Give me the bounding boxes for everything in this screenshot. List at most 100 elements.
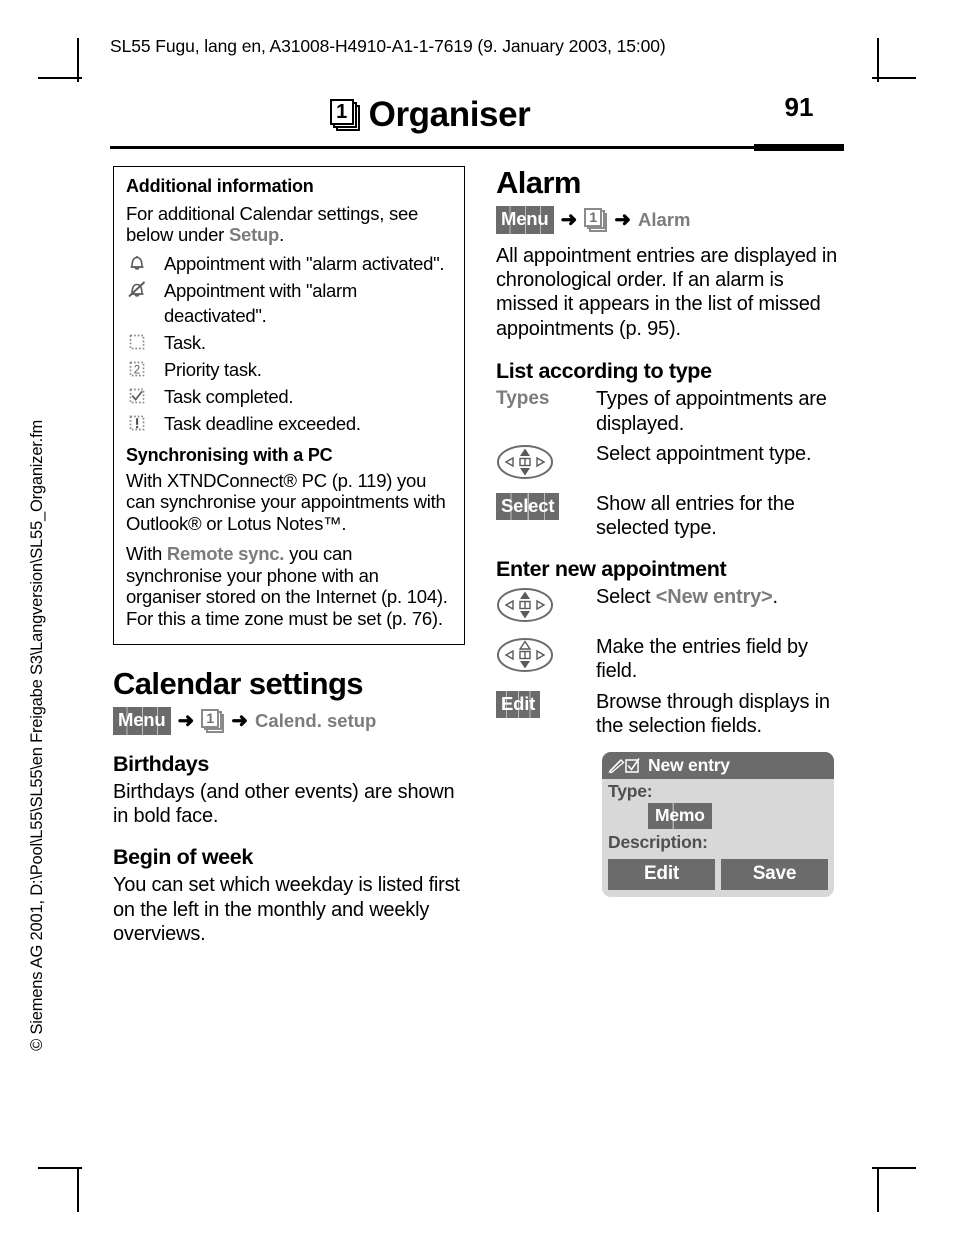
sync-paragraph-2: With Remote sync. you can synchronise yo…: [126, 543, 452, 629]
phone-softkey-bar: Edit Save: [602, 853, 834, 891]
legend-row: Task.: [126, 330, 452, 355]
crop-mark-bottom-right-horizontal: [872, 1167, 916, 1169]
nav-key-term: [496, 442, 596, 486]
definition-row: Select appointment type.: [496, 442, 846, 486]
header-rule: [110, 144, 844, 151]
additional-information-heading: Additional information: [126, 176, 314, 196]
alarm-breadcrumb: Menu ➜ ➜ Alarm: [496, 206, 846, 234]
legend-row: Appointment with "alarm deactivated".: [126, 278, 452, 328]
legend-row: Task completed.: [126, 384, 452, 409]
phone-edit-softkey[interactable]: Edit: [608, 859, 715, 891]
types-keyword: Types: [496, 388, 550, 410]
select-description: Show all entries for the selected type.: [596, 492, 795, 540]
phone-type-value-row: Memo: [602, 802, 834, 830]
page-title: Organiser: [368, 95, 531, 134]
pages-one-icon: [201, 708, 225, 733]
nav-key-term: [496, 585, 596, 629]
phone-description-label: Description:: [608, 832, 708, 853]
nav-key-updown-icon[interactable]: [496, 443, 596, 486]
enter-new-appointment-heading: Enter new appointment: [496, 556, 727, 581]
legend-row: 2 Priority task.: [126, 357, 452, 382]
types-term: Types: [496, 387, 596, 410]
copyright-path-vertical: © Siemens AG 2001, D:\Pool\L55\SL55\en F…: [28, 420, 46, 1051]
crop-mark-bottom-right-vertical: [877, 1168, 879, 1212]
breadcrumb-target: Calend. setup: [255, 709, 377, 731]
breadcrumb-arrow-icon: ➜: [614, 208, 632, 231]
birthdays-body: Birthdays (and other events) are shown i…: [113, 780, 455, 828]
definition-row: Edit Browse through displays in the sele…: [496, 690, 846, 739]
legend-row: Appointment with "alarm activated".: [126, 251, 452, 276]
document-header-line: SL55 Fugu, lang en, A31008-H4910-A1-1-76…: [110, 36, 666, 56]
edit-softkey[interactable]: Edit: [496, 690, 541, 718]
alarm-body: All appointment entries are displayed in…: [496, 244, 838, 340]
select-softkey[interactable]: Select: [496, 492, 560, 521]
breadcrumb-arrow-icon: ➜: [231, 709, 249, 732]
bell-off-icon: [126, 278, 164, 303]
new-entry-keyword: <New entry>: [655, 585, 773, 608]
calendar-settings-breadcrumb: Menu ➜ ➜ Calend. setup: [113, 707, 469, 735]
additional-information-intro: For additional Calendar settings, see be…: [126, 203, 452, 246]
make-entries-description: Make the entries field by field.: [596, 635, 808, 683]
begin-of-week-heading: Begin of week: [113, 845, 254, 870]
crop-mark-top-left-horizontal: [38, 77, 82, 79]
bell-icon: [126, 251, 164, 276]
definition-row: Select <New entry>.: [496, 585, 846, 629]
task-done-icon: [126, 384, 164, 409]
header-rule-page-tab: [754, 144, 844, 151]
birthdays-heading: Birthdays: [113, 751, 210, 776]
page-title-block: Organiser: [110, 88, 750, 142]
task-overdue-icon: [126, 411, 164, 436]
left-column: Additional information For additional Ca…: [113, 166, 469, 947]
legend-row: Task deadline exceeded.: [126, 411, 452, 436]
page-title-row: Organiser 91: [110, 88, 844, 142]
legend-text: Appointment with "alarm activated".: [164, 252, 445, 274]
phone-type-value[interactable]: Memo: [648, 803, 712, 830]
page-number: 91: [784, 92, 814, 122]
nav-key-updown-icon[interactable]: [496, 586, 596, 629]
crop-mark-top-right-vertical: [877, 38, 879, 82]
nav-key-down-icon[interactable]: [496, 636, 596, 679]
edit-description: Browse through displays in the selection…: [596, 690, 830, 737]
phone-save-softkey[interactable]: Save: [721, 859, 828, 891]
phone-screen-mockup: New entry Type: Memo Description: Edit S…: [602, 752, 834, 898]
crop-mark-bottom-left-horizontal: [38, 1167, 82, 1169]
phone-type-label: Type:: [608, 781, 653, 802]
breadcrumb-target: Alarm: [638, 208, 691, 230]
definition-row: Select Show all entries for the selected…: [496, 492, 846, 541]
phone-title: New entry: [648, 755, 730, 776]
setup-keyword: Setup: [228, 224, 280, 246]
sync-paragraph-1: With XTNDConnect® PC (p. 119) you can sy…: [126, 469, 446, 534]
begin-of-week-body: You can set which weekday is listed firs…: [113, 874, 460, 946]
calendar-icon-legend: Appointment with "alarm activated". Appo…: [126, 251, 452, 436]
edit-term: Edit: [496, 690, 596, 718]
calendar-settings-heading: Calendar settings: [113, 666, 364, 702]
new-entry-suffix: .: [772, 585, 779, 608]
new-entry-description: Select <New entry>.: [596, 585, 778, 609]
crop-mark-top-right-horizontal: [872, 77, 916, 79]
definition-row: Types Types of appointments are displaye…: [496, 387, 846, 436]
menu-softkey[interactable]: Menu: [113, 707, 171, 735]
additional-information-box: Additional information For additional Ca…: [113, 166, 465, 646]
legend-text: Appointment with "alarm deactivated".: [164, 279, 357, 326]
svg-text:2: 2: [134, 365, 140, 377]
intro-suffix: .: [279, 224, 284, 246]
sync-heading: Synchronising with a PC: [126, 444, 333, 465]
nav-key-description: Select appointment type.: [596, 442, 812, 465]
nav-key-term: [496, 635, 596, 679]
definition-row: Make the entries field by field.: [496, 635, 846, 684]
legend-text: Task.: [164, 331, 206, 353]
breadcrumb-arrow-icon: ➜: [560, 208, 578, 231]
phone-title-bar: New entry: [602, 752, 834, 780]
breadcrumb-arrow-icon: ➜: [177, 709, 195, 732]
menu-softkey[interactable]: Menu: [496, 206, 554, 234]
legend-text: Priority task.: [164, 358, 262, 380]
types-description: Types of appointments are displayed.: [596, 388, 827, 435]
pages-one-icon: [584, 207, 608, 232]
new-entry-prefix: Select: [596, 585, 656, 608]
crop-mark-top-left-vertical: [77, 38, 79, 82]
crop-mark-bottom-left-vertical: [77, 1168, 79, 1212]
alarm-heading: Alarm: [496, 165, 581, 200]
task-box-icon: [126, 330, 164, 355]
legend-text: Task completed.: [164, 385, 294, 407]
sync-p2-prefix: With: [126, 543, 167, 565]
